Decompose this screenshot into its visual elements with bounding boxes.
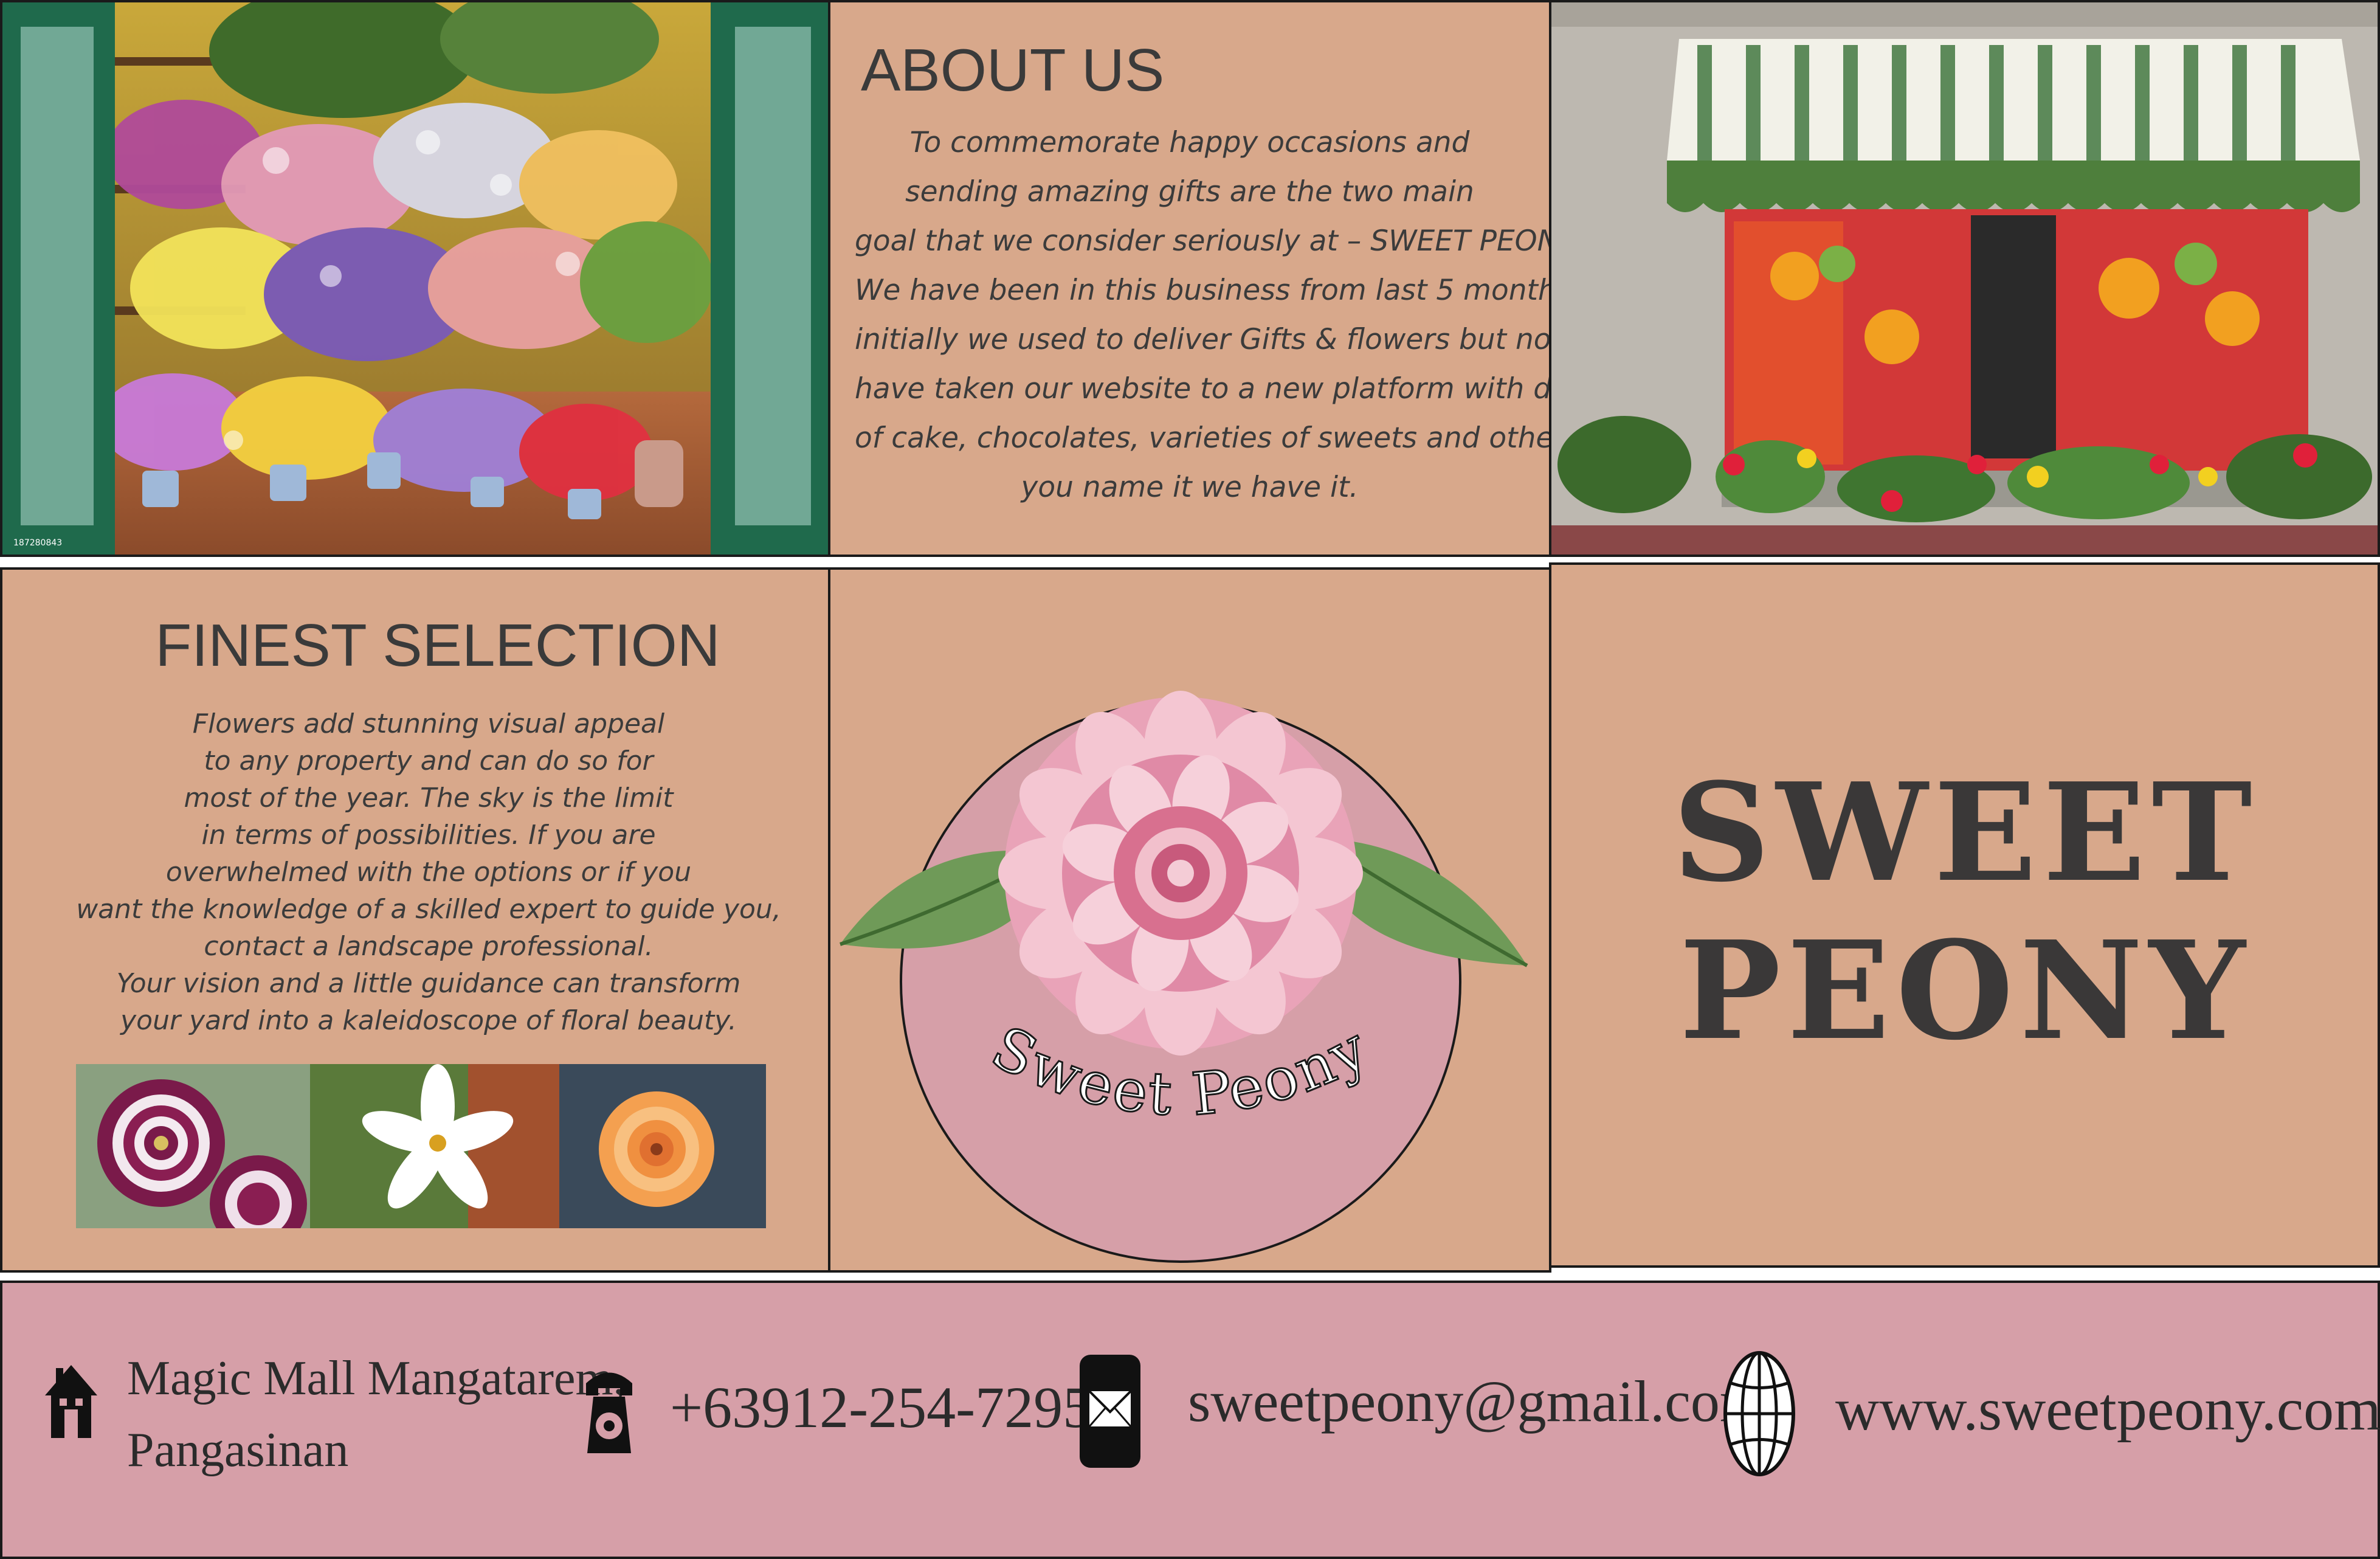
- finest-selection-text: Flowers add stunning visual appeal to an…: [0, 705, 857, 1039]
- storefront-illustration: [1551, 2, 2378, 555]
- lily-thumbnail: [310, 1064, 559, 1228]
- finest-line: to any property and can do so for: [204, 745, 654, 776]
- finest-line: Your vision and a little guidance can tr…: [116, 968, 741, 999]
- stock-photo-id: 187280843: [13, 538, 62, 548]
- sweet-peony-logo: Sweet Peony: [840, 691, 1528, 1263]
- about-us-panel: ABOUT US To commemorate happy occasions …: [828, 0, 1551, 557]
- finest-line: overwhelmed with the options or if you: [165, 857, 692, 888]
- contact-footer: Magic Mall Mangatarem, Pangasinan +63912…: [0, 1281, 2380, 1559]
- finest-selection-heading: FINEST SELECTION: [155, 612, 720, 679]
- finest-line: in terms of possibilities. If you are: [201, 820, 656, 851]
- finest-line: your yard into a kaleidoscope of floral …: [120, 1005, 737, 1036]
- about-line: goal that we consider seriously at – SWE…: [855, 224, 1551, 258]
- flower-shop-interior-photo: 187280843: [0, 0, 830, 557]
- finest-line: contact a landscape professional.: [204, 931, 654, 962]
- finest-line: most of the year. The sky is the limit: [184, 783, 674, 814]
- flower-shop-interior-illustration: 187280843: [2, 2, 828, 555]
- address-line2: Pangasinan: [127, 1423, 349, 1477]
- about-us-heading: ABOUT US: [861, 36, 1165, 103]
- telephone-icon: [586, 1372, 632, 1453]
- about-line: of cake, chocolates, varieties of sweets…: [855, 421, 1549, 455]
- brand-name-line2: PEONY: [1679, 912, 2252, 1070]
- globe-icon: [1723, 1351, 1795, 1476]
- about-line: you name it we have it.: [1021, 471, 1359, 504]
- storefront-photo: [1549, 0, 2380, 557]
- about-line: have taken our website to a new platform…: [855, 372, 1551, 406]
- about-line: To commemorate happy occasions and: [909, 126, 1470, 159]
- orange-dahlia-thumbnail: [559, 1064, 766, 1228]
- email-link[interactable]: sweetpeony@gmail.com: [1188, 1368, 1765, 1435]
- brand-name: SWEET PEONY: [1551, 754, 2379, 1070]
- flower-thumbnail-strip: [76, 1064, 766, 1228]
- about-us-text: To commemorate happy occasions and sendi…: [855, 118, 1551, 512]
- address-line1: Magic Mall Mangatarem,: [127, 1352, 626, 1405]
- about-line: We have been in this business from last …: [855, 274, 1551, 307]
- about-line: sending amazing gifts are the two main: [905, 175, 1474, 209]
- brand-name-line1: SWEET: [1672, 754, 2258, 912]
- phone-link[interactable]: +63912-254-7295: [670, 1374, 1092, 1441]
- dahlia-thumbnail: [76, 1064, 310, 1228]
- finest-line: Flowers add stunning visual appeal: [192, 708, 665, 739]
- website-link[interactable]: www.sweetpeony.com: [1835, 1374, 2380, 1444]
- about-line: initially we used to deliver Gifts & flo…: [855, 323, 1551, 356]
- house-icon: [45, 1365, 97, 1438]
- finest-line: want the knowledge of a skilled expert t…: [76, 894, 781, 925]
- envelope-icon: [1080, 1355, 1140, 1468]
- address: Magic Mall Mangatarem, Pangasinan: [127, 1343, 626, 1486]
